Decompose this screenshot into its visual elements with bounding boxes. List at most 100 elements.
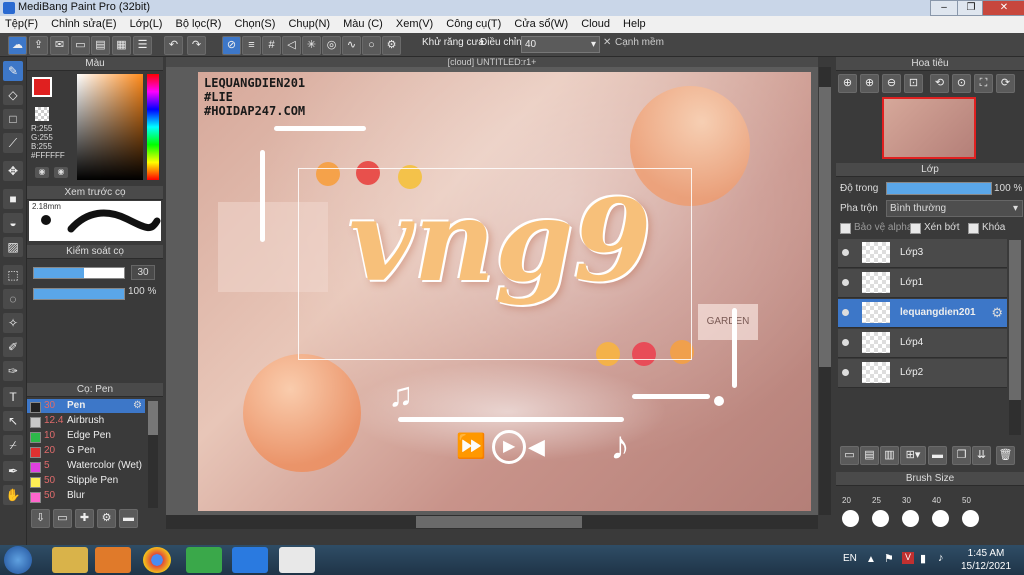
media-player-icon[interactable]: [95, 547, 131, 573]
new-layer-3-icon[interactable]: ▥: [880, 446, 899, 465]
brush-list-item[interactable]: 20 G Pen: [27, 444, 145, 458]
brush-size-dot[interactable]: [932, 510, 949, 527]
zoom-in-icon[interactable]: ⊕: [838, 74, 857, 93]
parallel-snap-icon[interactable]: ≡: [242, 36, 261, 55]
bucket-tool-icon[interactable]: ◒: [3, 213, 23, 233]
text-tool-icon[interactable]: T: [3, 387, 23, 407]
brush-size-dot[interactable]: [842, 510, 859, 527]
layer-item[interactable]: Lớp1: [838, 269, 1007, 298]
vertical-scroll-thumb[interactable]: [819, 87, 831, 367]
list-icon[interactable]: ☰: [133, 36, 152, 55]
brush-size-input[interactable]: 30: [131, 265, 155, 280]
document-icon[interactable]: ▤: [91, 36, 110, 55]
brush-opacity-slider[interactable]: [33, 288, 125, 300]
fit-window-icon[interactable]: ⛶: [974, 74, 993, 93]
operation-tool-icon[interactable]: ↖: [3, 411, 23, 431]
brush-size-dot[interactable]: [962, 510, 979, 527]
layer-list-scrollbar[interactable]: [1009, 240, 1021, 435]
volume-icon[interactable]: ♪: [938, 552, 944, 564]
brush-settings-icon[interactable]: ⚙: [97, 509, 116, 528]
menu-help[interactable]: Help: [618, 16, 651, 33]
navigator-thumbnail[interactable]: [882, 97, 976, 159]
protect-alpha-checkbox[interactable]: [840, 223, 851, 234]
color-saturation-picker[interactable]: [77, 74, 143, 180]
layer-item[interactable]: Lớp2: [838, 359, 1007, 388]
settings-icon[interactable]: ⚙: [382, 36, 401, 55]
menu-view[interactable]: Xem(V): [391, 16, 438, 33]
new-layer-2-icon[interactable]: ▤: [860, 446, 879, 465]
transparent-swatch[interactable]: [35, 107, 49, 121]
redo-icon[interactable]: ↷: [187, 36, 206, 55]
visibility-icon[interactable]: [842, 249, 849, 256]
magic-wand-icon[interactable]: ✧: [3, 313, 23, 333]
network-icon[interactable]: ▮: [920, 552, 926, 565]
layer-item[interactable]: lequangdien201 ⚙: [838, 299, 1007, 328]
zoom-fit-icon[interactable]: ⊡: [904, 74, 923, 93]
merge-layer-icon[interactable]: ⇊: [972, 446, 991, 465]
visibility-icon[interactable]: [842, 339, 849, 346]
perspective-snap-icon[interactable]: ◁: [282, 36, 301, 55]
brush-size-slider[interactable]: [33, 267, 125, 279]
hand-tool-icon[interactable]: ✋: [3, 485, 23, 505]
start-button[interactable]: [4, 546, 32, 574]
rotate-reset-icon[interactable]: ⊙: [952, 74, 971, 93]
blend-dropdown[interactable]: Bình thường ▾: [886, 200, 1023, 217]
brush-size-dot[interactable]: [902, 510, 919, 527]
menu-file[interactable]: Tệp(F): [0, 16, 43, 33]
tray-app-icon[interactable]: ⚑: [884, 552, 894, 565]
layer-item[interactable]: Lớp3: [838, 239, 1007, 268]
adjust-dropdown[interactable]: 40 ▾: [521, 36, 600, 53]
add-brush-icon[interactable]: ✚: [75, 509, 94, 528]
maximize-button[interactable]: ❐: [957, 0, 985, 16]
vertical-scrollbar[interactable]: [819, 67, 831, 515]
menu-layer[interactable]: Lớp(L): [125, 16, 168, 33]
tray-up-icon[interactable]: ▲: [866, 554, 876, 565]
share-icon[interactable]: ⇪: [29, 36, 48, 55]
comment-icon[interactable]: ✉: [50, 36, 69, 55]
horizontal-scrollbar[interactable]: [166, 515, 818, 529]
move-tool-icon[interactable]: ✥: [3, 161, 23, 181]
zalo-icon[interactable]: [232, 547, 268, 573]
eyedropper-icon[interactable]: ⌿: [3, 435, 23, 455]
rotate-left-icon[interactable]: ⟲: [930, 74, 949, 93]
explorer-icon[interactable]: [52, 547, 88, 573]
primary-color-swatch[interactable]: [32, 77, 52, 97]
horizontal-scroll-thumb[interactable]: [416, 516, 582, 528]
select-pen-icon[interactable]: ✐: [3, 337, 23, 357]
eraser-tool-icon[interactable]: ◇: [3, 85, 23, 105]
grid-doc-icon[interactable]: ▦: [112, 36, 131, 55]
tray-v-icon[interactable]: V: [902, 552, 914, 564]
new-layer-icon[interactable]: ▭: [840, 446, 859, 465]
brush-list-scrollbar[interactable]: [148, 401, 158, 519]
layer-item[interactable]: Lớp4: [838, 329, 1007, 358]
medibang-icon[interactable]: [279, 547, 315, 573]
visibility-icon[interactable]: [842, 279, 849, 286]
clip-checkbox[interactable]: [910, 223, 921, 234]
palette-icon[interactable]: ◉: [35, 167, 49, 178]
lasso-tool-icon[interactable]: ◌: [3, 289, 23, 309]
snap-off-icon[interactable]: ⊘: [222, 36, 241, 55]
fill-tool-icon[interactable]: ■: [3, 189, 23, 209]
rect-tool-icon[interactable]: □: [3, 109, 23, 129]
menu-edit[interactable]: Chỉnh sửa(E): [46, 16, 121, 33]
menu-tools[interactable]: Công cụ(T): [441, 16, 506, 33]
clock-time[interactable]: 1:45 AM: [966, 548, 1006, 559]
cloud-icon[interactable]: ☁: [8, 36, 27, 55]
brush-list-item[interactable]: 10 Edge Pen: [27, 429, 145, 443]
gear-icon[interactable]: ⚙: [133, 399, 142, 413]
brush-tool-icon[interactable]: ✎: [3, 61, 23, 81]
folder-icon[interactable]: ▬: [119, 509, 138, 528]
brush-list-scroll-thumb[interactable]: [148, 401, 158, 435]
brush-list-item[interactable]: 12.4 Airbrush: [27, 414, 145, 428]
layer-opacity-slider[interactable]: [886, 182, 992, 195]
radial-snap-icon[interactable]: ✳: [302, 36, 321, 55]
new-brush-icon[interactable]: ▭: [53, 509, 72, 528]
minimize-button[interactable]: ‒: [930, 0, 958, 16]
concentric-snap-icon[interactable]: ◎: [322, 36, 341, 55]
clock-date[interactable]: 15/12/2021: [960, 561, 1012, 572]
cloud-download-icon[interactable]: ⇩: [31, 509, 50, 528]
layer-scroll-thumb[interactable]: [1009, 240, 1021, 400]
curve-snap-icon[interactable]: ∿: [342, 36, 361, 55]
add-layer-menu-icon[interactable]: ⊞▾: [900, 446, 926, 465]
menu-select[interactable]: Chọn(S): [229, 16, 280, 33]
